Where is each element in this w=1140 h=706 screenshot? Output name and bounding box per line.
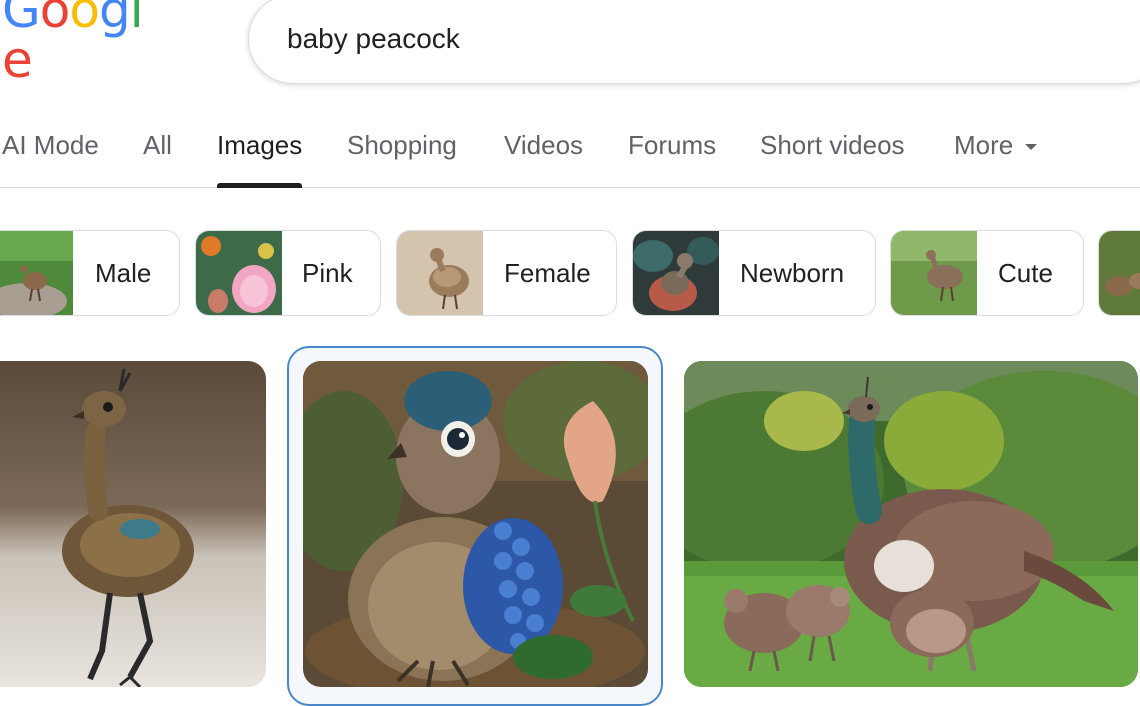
logo-letter-e: e <box>2 31 33 89</box>
search-box[interactable] <box>248 0 1140 84</box>
chip-female-label: Female <box>504 258 591 288</box>
caret-down-icon <box>1025 144 1038 151</box>
tab-more[interactable]: More <box>954 130 1038 188</box>
tab-all[interactable]: All <box>143 130 172 188</box>
chip-cute[interactable]: Cute <box>890 230 1084 316</box>
result-image-2[interactable] <box>303 361 648 687</box>
chip-female[interactable]: Female <box>396 230 617 316</box>
chip-newborn-label: Newborn <box>740 258 845 288</box>
chip-pink-thumbnail <box>196 231 282 315</box>
logo-letter-g2: g <box>98 0 131 39</box>
chip-cute-thumbnail <box>891 231 977 315</box>
chip-newborn[interactable]: Newborn <box>632 230 876 316</box>
tab-more-label: More <box>954 130 1014 160</box>
chip-cute-label: Cute <box>998 258 1053 288</box>
logo-letter-o2: o <box>69 0 100 39</box>
result-image-1[interactable] <box>0 361 266 687</box>
tab-forums[interactable]: Forums <box>628 130 716 188</box>
tab-shopping[interactable]: Shopping <box>347 130 457 188</box>
chip-male-label: Male <box>95 258 152 288</box>
logo-letter-g: G <box>2 0 41 39</box>
chip-male[interactable]: Male <box>0 230 180 316</box>
logo-letter-l: l <box>129 0 144 39</box>
chip-newborn-thumbnail <box>633 231 719 315</box>
tab-ai-mode[interactable]: AI Mode <box>2 130 99 188</box>
chip-pink-label: Pink <box>302 258 353 288</box>
tab-short-videos[interactable]: Short videos <box>760 130 905 188</box>
chip-female-thumbnail <box>397 231 483 315</box>
result-image-3[interactable] <box>684 361 1138 687</box>
chip-pink[interactable]: Pink <box>195 230 381 316</box>
chip-partial-thumbnail <box>1099 231 1140 315</box>
tab-videos[interactable]: Videos <box>504 130 583 188</box>
search-tabs: AI Mode All Images Shopping Videos Forum… <box>0 110 1140 188</box>
logo-letter-o1: o <box>39 0 71 39</box>
google-logo[interactable]: Google <box>2 0 172 85</box>
search-input[interactable] <box>287 17 987 61</box>
chip-male-thumbnail <box>0 231 73 315</box>
chip-partial[interactable] <box>1098 230 1140 316</box>
tab-images[interactable]: Images <box>217 130 303 188</box>
